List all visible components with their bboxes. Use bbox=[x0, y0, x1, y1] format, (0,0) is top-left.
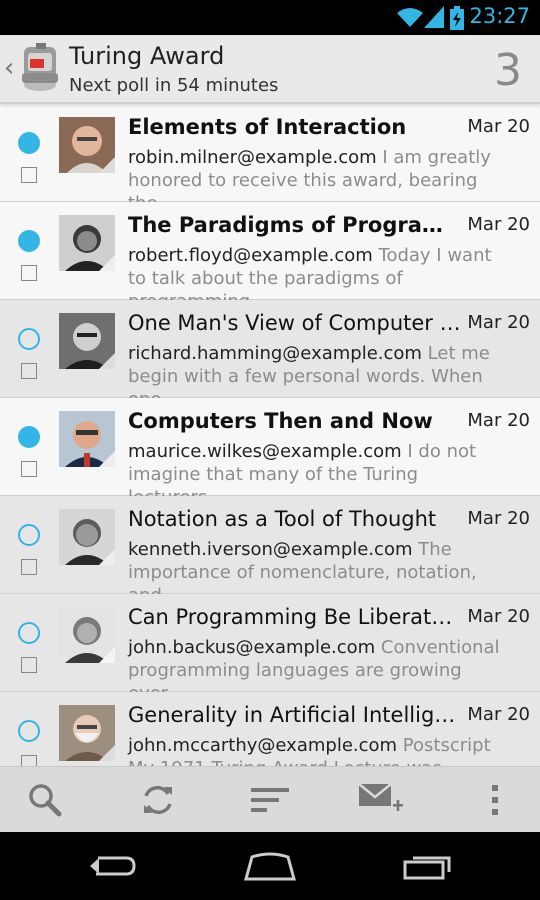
avatar bbox=[59, 607, 115, 663]
message-preview: john.mccarthy@example.com Postscript My … bbox=[128, 734, 503, 766]
avatar bbox=[59, 117, 115, 173]
avatar bbox=[59, 411, 115, 467]
select-checkbox[interactable] bbox=[21, 461, 37, 477]
sort-button[interactable] bbox=[230, 767, 310, 833]
nav-recent-apps-button[interactable] bbox=[383, 842, 473, 890]
message-subject: Elements of Interaction bbox=[128, 115, 407, 139]
status-bar: 23:27 bbox=[0, 0, 540, 35]
status-clock: 23:27 bbox=[469, 4, 530, 28]
overflow-menu-button[interactable] bbox=[455, 767, 535, 833]
search-button[interactable] bbox=[5, 767, 85, 833]
page-subtitle: Next poll in 54 minutes bbox=[69, 75, 279, 96]
select-checkbox[interactable] bbox=[21, 559, 37, 575]
message-date: Mar 20 bbox=[467, 410, 530, 431]
avatar bbox=[59, 509, 115, 565]
message-sender: john.backus@example.com bbox=[128, 637, 376, 658]
message-row[interactable]: Computers Then and Now Mar 20 maurice.wi… bbox=[0, 398, 540, 508]
message-subject: One Man's View of Computer Sc.. bbox=[128, 311, 463, 335]
message-subject: Generality in Artificial Intelligence bbox=[128, 703, 463, 727]
system-nav-bar bbox=[0, 832, 540, 900]
signal-icon bbox=[424, 6, 444, 28]
avatar bbox=[59, 215, 115, 271]
message-subject: Notation as a Tool of Thought bbox=[128, 507, 437, 531]
app-logo-icon[interactable] bbox=[20, 43, 62, 93]
avatar bbox=[59, 313, 115, 369]
select-checkbox[interactable] bbox=[21, 167, 37, 183]
message-sender: robert.floyd@example.com bbox=[128, 245, 373, 266]
message-sender: robin.milner@example.com bbox=[128, 147, 377, 168]
message-subject: The Paradigms of Programming bbox=[128, 213, 463, 237]
nav-home-button[interactable] bbox=[225, 842, 315, 890]
back-icon bbox=[90, 856, 136, 876]
refresh-icon bbox=[144, 785, 172, 815]
message-row[interactable]: One Man's View of Computer Sc.. Mar 20 r… bbox=[0, 300, 540, 410]
up-chevron-icon[interactable]: ‹ bbox=[4, 55, 14, 81]
refresh-button[interactable] bbox=[118, 767, 198, 833]
select-checkbox[interactable] bbox=[21, 755, 37, 766]
read-indicator-icon[interactable] bbox=[18, 328, 40, 350]
sort-icon bbox=[251, 788, 289, 812]
read-indicator-icon[interactable] bbox=[18, 622, 40, 644]
action-bar: ‹ Turing Award Next poll in 54 minutes 3 bbox=[0, 35, 540, 104]
message-sender: john.mccarthy@example.com bbox=[128, 735, 398, 756]
message-subject: Can Programming Be Liberated f.. bbox=[128, 605, 463, 629]
select-checkbox[interactable] bbox=[21, 363, 37, 379]
message-list: Elements of Interaction Mar 20 robin.mil… bbox=[0, 104, 540, 766]
search-icon bbox=[29, 784, 62, 817]
wifi-icon bbox=[397, 8, 423, 27]
select-checkbox[interactable] bbox=[21, 265, 37, 281]
message-date: Mar 20 bbox=[467, 704, 530, 725]
message-date: Mar 20 bbox=[467, 214, 530, 235]
overflow-menu-icon bbox=[492, 785, 498, 815]
nav-back-button[interactable] bbox=[67, 842, 157, 890]
message-date: Mar 20 bbox=[467, 116, 530, 137]
unread-indicator-icon[interactable] bbox=[18, 230, 40, 252]
recent-apps-icon bbox=[403, 856, 451, 880]
read-indicator-icon[interactable] bbox=[18, 720, 40, 742]
home-icon bbox=[244, 852, 296, 881]
unread-count: 3 bbox=[494, 45, 522, 96]
message-row[interactable]: Elements of Interaction Mar 20 robin.mil… bbox=[0, 104, 540, 214]
bottom-toolbar bbox=[0, 766, 540, 833]
message-row[interactable]: Notation as a Tool of Thought Mar 20 ken… bbox=[0, 496, 540, 606]
message-date: Mar 20 bbox=[467, 312, 530, 333]
message-subject: Computers Then and Now bbox=[128, 409, 433, 433]
battery-icon bbox=[450, 6, 464, 30]
compose-button[interactable] bbox=[342, 767, 422, 833]
message-sender: richard.hamming@example.com bbox=[128, 343, 422, 364]
message-row[interactable]: Generality in Artificial Intelligence Ma… bbox=[0, 692, 540, 766]
message-date: Mar 20 bbox=[467, 508, 530, 529]
read-indicator-icon[interactable] bbox=[18, 524, 40, 546]
compose-icon bbox=[359, 783, 403, 811]
avatar bbox=[59, 705, 115, 761]
message-sender: kenneth.iverson@example.com bbox=[128, 539, 413, 560]
message-row[interactable]: The Paradigms of Programming Mar 20 robe… bbox=[0, 202, 540, 312]
message-sender: maurice.wilkes@example.com bbox=[128, 441, 402, 462]
page-title: Turing Award bbox=[69, 42, 225, 70]
message-row[interactable]: Can Programming Be Liberated f.. Mar 20 … bbox=[0, 594, 540, 704]
select-checkbox[interactable] bbox=[21, 657, 37, 673]
unread-indicator-icon[interactable] bbox=[18, 426, 40, 448]
unread-indicator-icon[interactable] bbox=[18, 132, 40, 154]
message-date: Mar 20 bbox=[467, 606, 530, 627]
